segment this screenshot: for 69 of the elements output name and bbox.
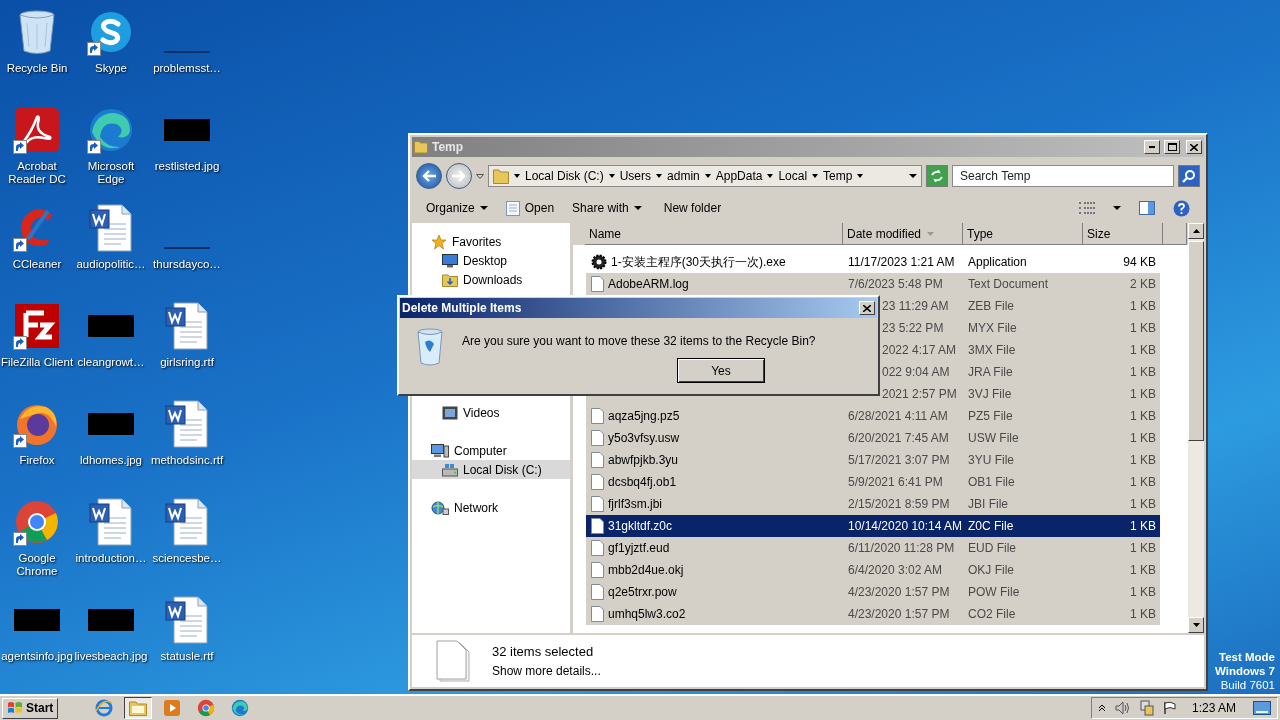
type-cell-text: Text Document xyxy=(968,277,1050,291)
type-cell-text: Z0C File xyxy=(968,519,1015,533)
file-name: AdobeARM.log xyxy=(608,277,689,291)
size-cell-text: 1 KB xyxy=(1129,585,1157,599)
type-cell-text: 3MX File xyxy=(968,343,1017,357)
size-cell-text: 1 KB xyxy=(1129,541,1157,555)
size-cell-text: 1 KB xyxy=(1129,563,1157,577)
type-cell-text: CO2 File xyxy=(968,607,1017,621)
file-name: 1-安装主程序(30天执行一次).exe xyxy=(611,253,786,271)
date-cell-text: 23 11:29 AM xyxy=(882,299,950,313)
file-name: q2e5trxr.pow xyxy=(608,585,677,599)
size-cell-text: 1 KB xyxy=(1129,343,1157,357)
size-cell-text: 1 KB xyxy=(1129,475,1157,489)
file-name: mbb2d4ue.okj xyxy=(608,563,684,577)
type-cell-text: Application xyxy=(968,255,1028,269)
size-cell-text: 2 KB xyxy=(1129,277,1157,291)
size-cell-text: 1 KB xyxy=(1129,409,1157,423)
date-cell-text: 23 5:22 PM xyxy=(882,321,945,335)
size-cell-text: 94 KB xyxy=(1122,255,1157,269)
type-cell-text: USW File xyxy=(968,431,1020,445)
size-cell-text: 1 KB xyxy=(1129,321,1157,335)
date-cell-text: 6/20/2021 7:45 AM xyxy=(848,431,950,445)
file-name: aqza5jng.pz5 xyxy=(608,409,680,423)
file-name: abwfpjkb.3yu xyxy=(608,453,679,467)
date-cell-text: 022 9:04 AM xyxy=(882,365,951,379)
type-cell-text: OKJ File xyxy=(968,563,1015,577)
date-cell-text: 6/11/2020 11:28 PM xyxy=(848,541,956,555)
file-name: fjrlf3sm.jbi xyxy=(608,497,662,511)
type-cell-text: 3VJ File xyxy=(968,387,1013,401)
file-name: y5o3vfsy.usw xyxy=(608,431,680,445)
size-cell-text: 1 KB xyxy=(1129,365,1157,379)
date-cell-text: 5/9/2021 6:41 PM xyxy=(848,475,944,489)
size-cell-text: 1 KB xyxy=(1129,607,1157,621)
type-cell-text: 3YU File xyxy=(968,453,1015,467)
size-cell-text: 1 KB xyxy=(1129,519,1157,533)
type-cell-text: POW File xyxy=(968,585,1021,599)
date-cell-text: 2/15/2021 8:59 PM xyxy=(848,497,951,511)
size-cell-text: 1 KB xyxy=(1129,299,1157,313)
date-cell-text: 10/14/2020 10:14 AM xyxy=(848,519,964,533)
type-cell-text: OB1 File xyxy=(968,475,1016,489)
size-cell-text: 1 KB xyxy=(1129,387,1157,401)
date-cell-text: 4/23/2020 1:57 PM xyxy=(848,585,951,599)
date-cell-text: 2022 4:17 AM xyxy=(882,343,958,357)
type-cell-text: EUD File xyxy=(968,541,1017,555)
type-cell-text: MYX File xyxy=(968,321,1018,335)
date-cell-text: 2021 2:57 PM xyxy=(882,387,958,401)
file-name: gf1yjztf.eud xyxy=(608,541,670,555)
date-cell-text: 7/6/2023 5:48 PM xyxy=(848,277,944,291)
type-cell-text: PZ5 File xyxy=(968,409,1014,423)
file-name: 31gkltdf.z0c xyxy=(608,519,673,533)
size-cell-text: 1 KB xyxy=(1129,453,1157,467)
date-cell-text: 11/17/2023 1:21 AM xyxy=(848,255,956,269)
window-title: Temp xyxy=(432,140,465,154)
type-cell-text: JRA File xyxy=(968,365,1014,379)
file-name: umhq5lw3.co2 xyxy=(608,607,686,621)
date-cell-text: 6/4/2020 3:02 AM xyxy=(848,563,944,577)
size-cell-text: 1 KB xyxy=(1129,431,1157,445)
date-cell-text: 6/28/2021 4:11 AM xyxy=(848,409,949,423)
system-notice-text: Build 7601 xyxy=(1220,678,1275,692)
size-cell-text: 1 KB xyxy=(1129,497,1157,511)
date-cell-text: 4/23/2020 1:57 PM xyxy=(848,607,951,621)
date-cell-text: 5/17/2021 3:07 PM xyxy=(848,453,951,467)
type-cell-text: ZEB File xyxy=(968,299,1015,313)
file-name: dcsbq4fj.ob1 xyxy=(608,475,677,489)
type-cell-text: JBI File xyxy=(968,497,1009,511)
system-notice-text: Windows 7 xyxy=(1215,664,1275,678)
system-notice-text: Test Mode xyxy=(1219,650,1275,664)
selection-count: 32 items selected xyxy=(492,644,595,659)
dialog-title: Delete Multiple Items xyxy=(402,301,523,315)
